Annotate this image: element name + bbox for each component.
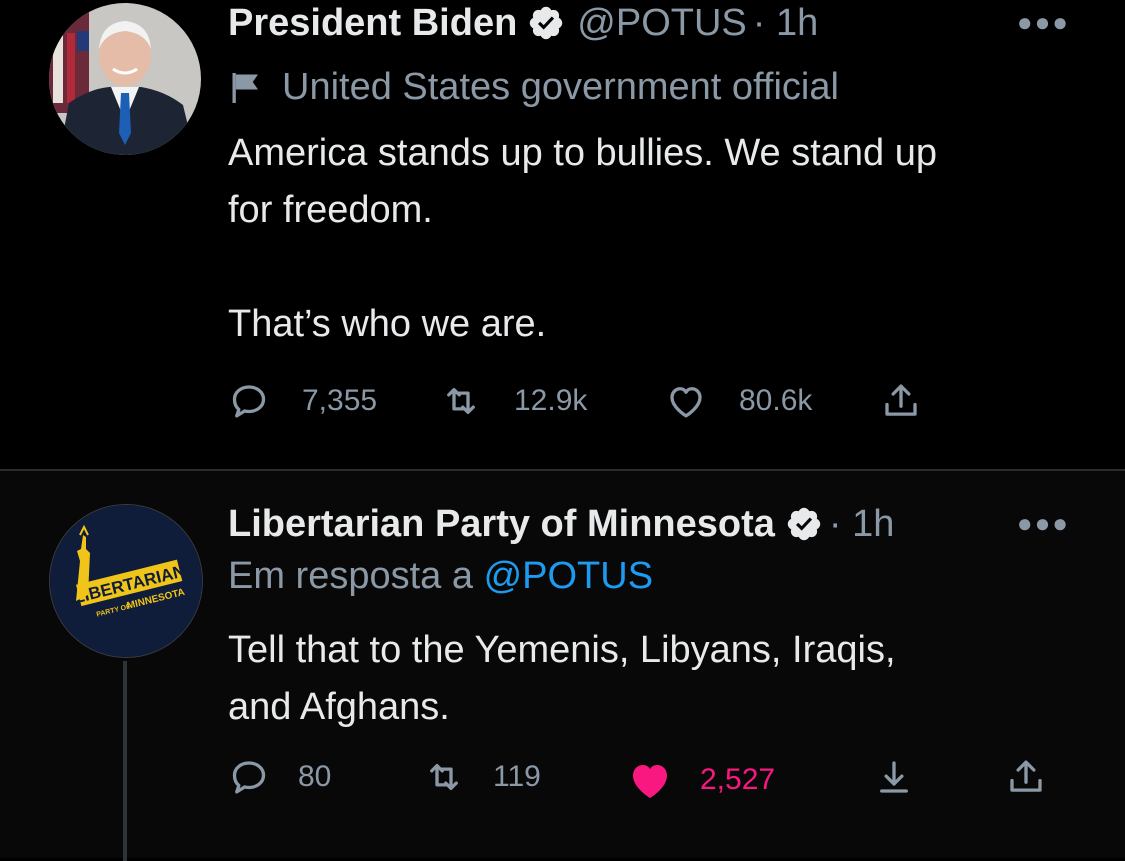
tweet-potus[interactable]: President Biden @POTUS · 1h ●●● United S…: [0, 0, 1125, 470]
reply-button[interactable]: 80: [228, 756, 331, 798]
tweet-text: America stands up to bullies. We stand u…: [228, 132, 938, 345]
more-dots-icon[interactable]: ●●●: [1017, 7, 1070, 38]
tweet-time[interactable]: · 1h: [753, 2, 818, 45]
avatar-libertarian-party[interactable]: LIBERTARIAN PARTY OF MINNESOTA: [49, 504, 203, 658]
government-label-text: United States government official: [282, 66, 839, 108]
thread-line: [123, 661, 127, 861]
like-count: 80.6k: [739, 384, 813, 417]
bookmark-button[interactable]: [873, 756, 915, 798]
reply-count: 80: [298, 760, 332, 793]
author-name[interactable]: President Biden: [228, 2, 517, 45]
heart-icon: [670, 387, 702, 418]
like-button[interactable]: 80.6k: [665, 380, 812, 422]
reply-icon: [232, 385, 266, 418]
tweet-reply[interactable]: LIBERTARIAN PARTY OF MINNESOTA Libertari…: [0, 471, 1125, 861]
reply-context: Em resposta a @POTUS: [228, 555, 653, 598]
tweet-time[interactable]: · 1h: [829, 503, 894, 546]
share-icon: [1010, 760, 1042, 792]
retweet-icon: [430, 763, 458, 791]
download-arrow-icon: [880, 761, 908, 793]
retweet-button[interactable]: 12.9k: [440, 380, 587, 422]
heart-filled-icon: [633, 765, 667, 798]
retweet-button[interactable]: 119: [423, 756, 541, 798]
reply-prefix: Em resposta a: [228, 555, 484, 597]
retweet-count: 119: [493, 760, 541, 793]
reply-icon: [232, 761, 266, 794]
tweet-text: Tell that to the Yemenis, Libyans, Iraqi…: [228, 629, 896, 728]
flag-icon: [232, 72, 258, 103]
retweet-icon: [447, 387, 475, 415]
reply-count: 7,355: [302, 384, 378, 417]
government-label: United States government official: [228, 66, 839, 109]
like-button[interactable]: 2,527: [626, 756, 775, 804]
reply-button[interactable]: 7,355: [228, 380, 377, 422]
share-icon: [885, 384, 917, 416]
reply-mention-link[interactable]: @POTUS: [484, 555, 653, 597]
verified-badge-icon: [787, 507, 821, 541]
avatar-president-biden[interactable]: [49, 3, 201, 155]
retweet-count: 12.9k: [514, 384, 588, 417]
share-button[interactable]: [1005, 756, 1047, 798]
share-button[interactable]: [880, 380, 922, 422]
author-handle[interactable]: @POTUS: [577, 2, 746, 45]
author-name[interactable]: Libertarian Party of Minnesota: [228, 503, 775, 546]
verified-badge-icon: [530, 6, 563, 40]
like-count: 2,527: [700, 763, 776, 796]
more-dots-icon[interactable]: ●●●: [1017, 508, 1070, 539]
